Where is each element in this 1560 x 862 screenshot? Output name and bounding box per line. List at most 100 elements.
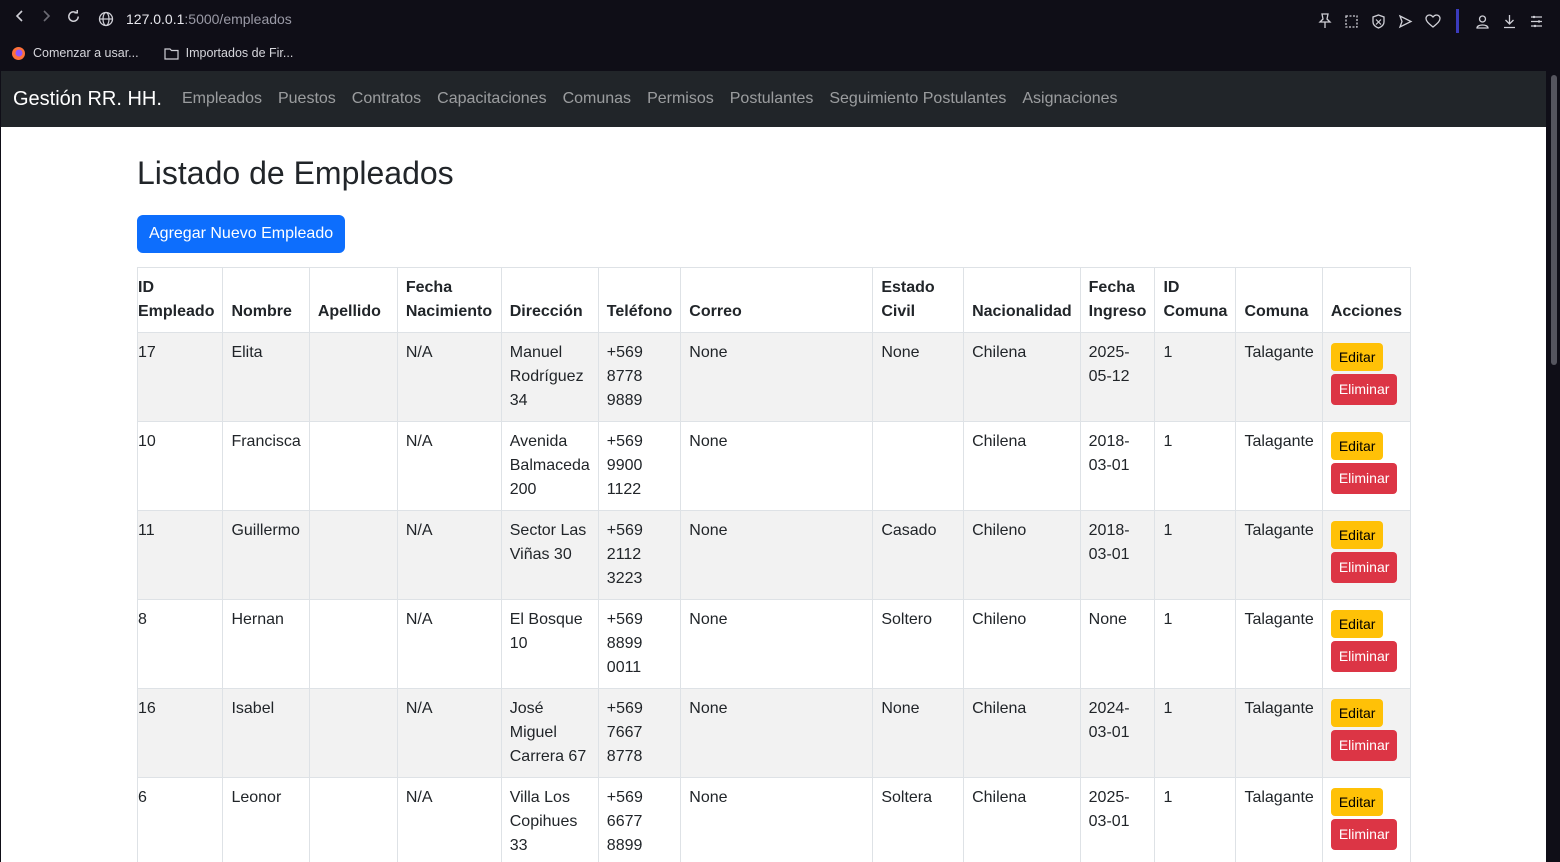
cell-telefono: +569 9900 1122	[597, 421, 682, 511]
edit-button[interactable]: Editar	[1330, 610, 1384, 638]
nav-link-comunas[interactable]: Comunas	[563, 90, 631, 108]
col-header: Fecha Ingreso	[1079, 267, 1156, 333]
cell-fecha-nacimiento: N/A	[396, 332, 502, 422]
delete-button[interactable]: Eliminar	[1330, 641, 1398, 672]
nav-link-puestos[interactable]: Puestos	[278, 90, 336, 108]
col-header: Acciones	[1321, 267, 1412, 333]
edit-button[interactable]: Editar	[1330, 343, 1384, 371]
cell-id-comuna: 1	[1154, 599, 1237, 689]
screenshot-icon[interactable]	[1342, 11, 1361, 31]
cell-direccion: José Miguel Carrera 67	[500, 688, 599, 778]
col-header: Comuna	[1235, 267, 1323, 333]
brand-link[interactable]: Gestión RR. HH.	[13, 88, 162, 111]
bookmark-label: Comenzar a usar...	[33, 46, 139, 60]
url-path: :5000/empleados	[184, 11, 292, 27]
nav-link-seguimiento-postulantes[interactable]: Seguimiento Postulantes	[829, 90, 1006, 108]
cell-telefono: +569 7667 8778	[597, 688, 682, 778]
cell-apellido	[308, 332, 398, 422]
nav-link-permisos[interactable]: Permisos	[647, 90, 714, 108]
cell-fecha-ingreso: 2018-03-01	[1079, 421, 1156, 511]
table-row: 17 Elita N/A Manuel Rodríguez 34 +569 87…	[136, 332, 1412, 422]
send-icon[interactable]	[1396, 11, 1415, 31]
cell-acciones: Editar Eliminar	[1321, 332, 1412, 422]
cell-fecha-nacimiento: N/A	[396, 688, 502, 778]
cell-fecha-ingreso: 2024-03-01	[1079, 688, 1156, 778]
scrollbar-thumb[interactable]	[1551, 75, 1557, 365]
nav-link-asignaciones[interactable]: Asignaciones	[1022, 90, 1117, 108]
page-scrollbar[interactable]	[1547, 71, 1560, 862]
edit-button[interactable]: Editar	[1330, 521, 1384, 549]
delete-button[interactable]: Eliminar	[1330, 730, 1398, 761]
edit-button[interactable]: Editar	[1330, 788, 1384, 816]
edit-button[interactable]: Editar	[1330, 432, 1384, 460]
firefox-icon	[11, 46, 26, 61]
cell-estado-civil: None	[872, 688, 965, 778]
nav-link-empleados[interactable]: Empleados	[182, 90, 262, 108]
forward-icon	[43, 10, 51, 22]
nav-link-capacitaciones[interactable]: Capacitaciones	[437, 90, 546, 108]
cell-estado-civil: Soltero	[872, 599, 965, 689]
cell-id-comuna: 1	[1154, 421, 1237, 511]
bookmarks-bar: Comenzar a usar... Importados de Fir...	[0, 40, 307, 66]
cell-estado-civil: None	[872, 332, 965, 422]
toolbar-icons	[1315, 9, 1546, 33]
cell-nombre: Guillermo	[222, 510, 310, 600]
cell-telefono: +569 8899 0011	[597, 599, 682, 689]
cell-id: 6	[136, 777, 224, 862]
col-header: Teléfono	[597, 267, 682, 333]
col-header: Correo	[680, 267, 874, 333]
bookmark-firefox[interactable]: Comenzar a usar...	[11, 46, 139, 61]
cell-id: 8	[136, 599, 224, 689]
table-row: 8 Hernan N/A El Bosque 10 +569 8899 0011…	[136, 599, 1412, 689]
cell-comuna: Talagante	[1235, 599, 1323, 689]
heart-icon[interactable]	[1423, 11, 1442, 31]
cell-id: 11	[136, 510, 224, 600]
cell-fecha-ingreso: None	[1079, 599, 1156, 689]
cell-acciones: Editar Eliminar	[1321, 510, 1412, 600]
cell-fecha-nacimiento: N/A	[396, 510, 502, 600]
col-header: Apellido	[308, 267, 398, 333]
cell-estado-civil	[872, 421, 965, 511]
cell-nacionalidad: Chilena	[963, 421, 1081, 511]
menu-icon[interactable]	[1527, 11, 1546, 31]
forward-button[interactable]	[36, 9, 56, 29]
delete-button[interactable]: Eliminar	[1330, 374, 1398, 405]
app-navbar: Gestión RR. HH. Empleados Puestos Contra…	[1, 71, 1546, 127]
cell-correo: None	[680, 599, 874, 689]
cell-comuna: Talagante	[1235, 332, 1323, 422]
edit-button[interactable]: Editar	[1330, 699, 1384, 727]
download-icon[interactable]	[1500, 11, 1519, 31]
account-icon[interactable]	[1473, 11, 1492, 31]
cell-fecha-nacimiento: N/A	[396, 599, 502, 689]
delete-button[interactable]: Eliminar	[1330, 819, 1398, 850]
delete-button[interactable]: Eliminar	[1330, 463, 1398, 494]
nav-link-contratos[interactable]: Contratos	[352, 90, 421, 108]
address-bar[interactable]: 127.0.0.1:5000/empleados	[97, 9, 292, 29]
shield-icon[interactable]	[1369, 11, 1388, 31]
cell-nacionalidad: Chileno	[963, 599, 1081, 689]
back-button[interactable]	[10, 9, 30, 29]
cell-direccion: El Bosque 10	[500, 599, 599, 689]
cell-telefono: +569 8778 9889	[597, 332, 682, 422]
cell-estado-civil: Casado	[872, 510, 965, 600]
cell-fecha-ingreso: 2018-03-01	[1079, 510, 1156, 600]
pin-icon[interactable]	[1315, 11, 1334, 31]
nav-link-postulantes[interactable]: Postulantes	[730, 90, 814, 108]
cell-nacionalidad: Chilena	[963, 777, 1081, 862]
cell-nombre: Francisca	[222, 421, 310, 511]
reload-button[interactable]	[63, 9, 83, 29]
delete-button[interactable]: Eliminar	[1330, 552, 1398, 583]
cell-direccion: Villa Los Copihues 33	[500, 777, 599, 862]
cell-id: 10	[136, 421, 224, 511]
cell-apellido	[308, 510, 398, 600]
browser-chrome: 127.0.0.1:5000/empleados Comenzar a usar…	[0, 0, 1560, 71]
bookmark-imported[interactable]: Importados de Fir...	[164, 46, 293, 61]
cell-comuna: Talagante	[1235, 421, 1323, 511]
cell-acciones: Editar Eliminar	[1321, 777, 1412, 862]
cell-apellido	[308, 421, 398, 511]
table-row: 6 Leonor N/A Villa Los Copihues 33 +569 …	[136, 777, 1412, 862]
col-header: Nombre	[222, 267, 310, 333]
cell-correo: None	[680, 421, 874, 511]
add-employee-button[interactable]: Agregar Nuevo Empleado	[137, 215, 346, 253]
cell-telefono: +569 2112 3223	[597, 510, 682, 600]
